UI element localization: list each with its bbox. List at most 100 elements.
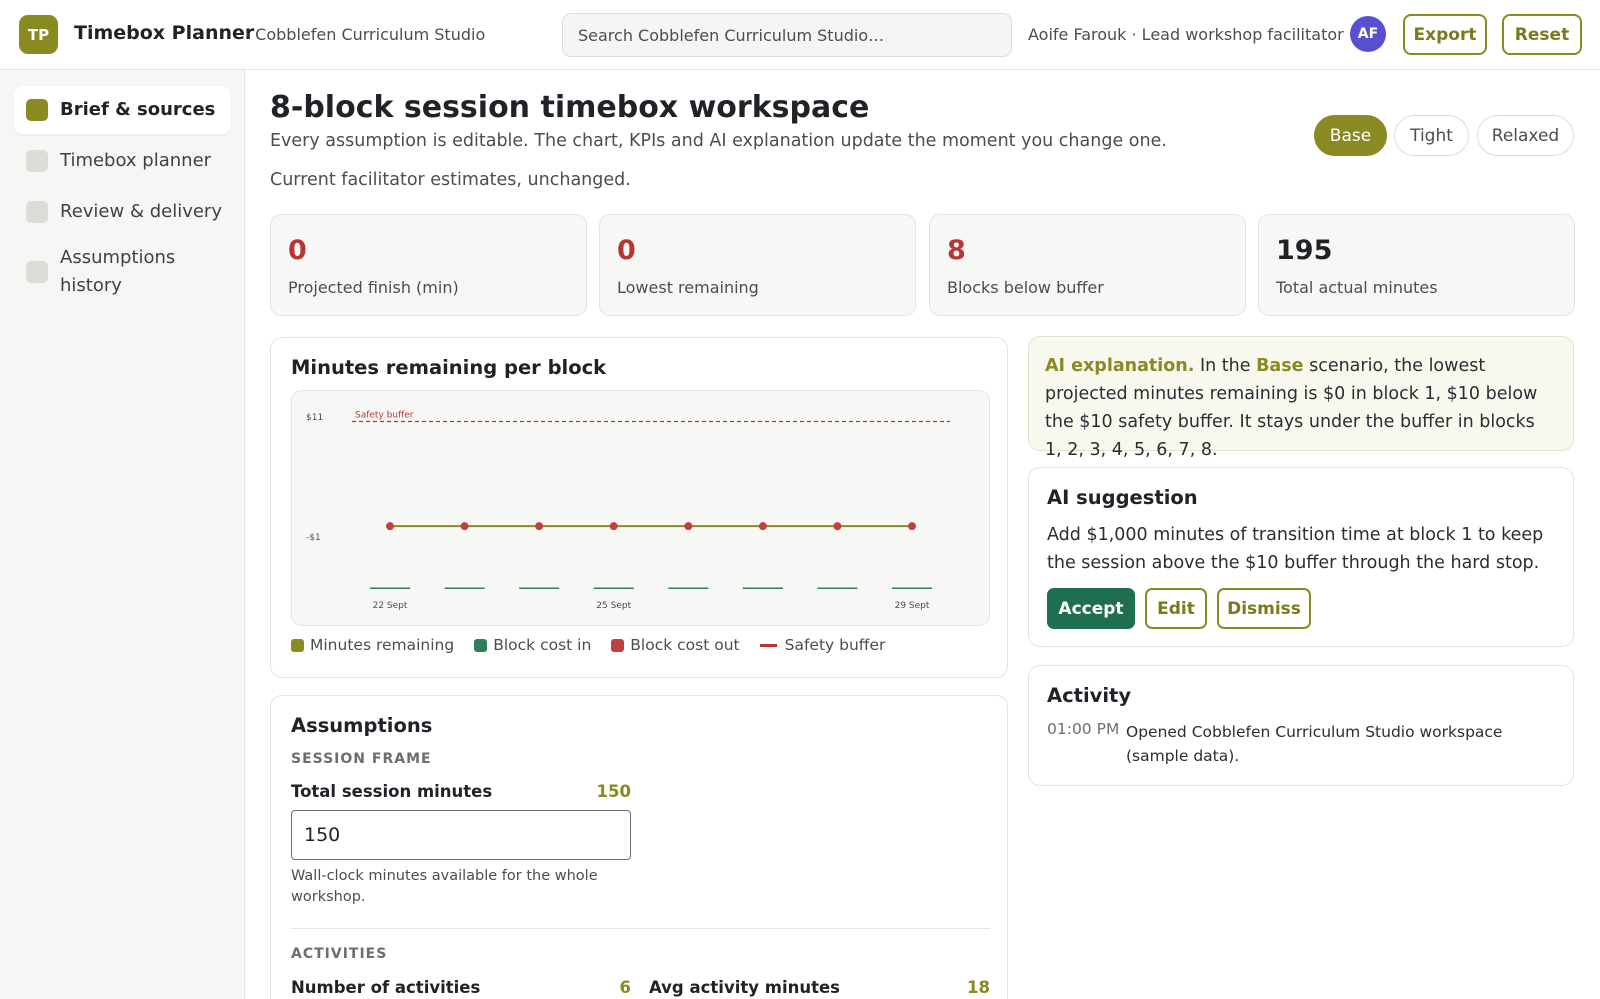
sidebar-item-review[interactable]: Review & delivery: [14, 188, 231, 236]
legend-swatch-icon: [611, 638, 625, 652]
sidebar-item-label: Timebox planner: [60, 150, 212, 171]
scenario-base-button[interactable]: Base: [1314, 115, 1387, 156]
sidebar-item-history[interactable]: Assumptions history: [14, 240, 231, 304]
user-name: Aoife Farouk · Lead workshop facilitator: [1028, 25, 1344, 44]
ai-explanation-scenario: Base: [1256, 356, 1304, 376]
kpi-value: 8: [947, 235, 966, 266]
data-point: [609, 522, 618, 531]
data-point: [833, 522, 842, 531]
total-minutes-label: Total session minutes: [291, 782, 493, 801]
safety-buffer-label: Safety buffer: [355, 410, 414, 420]
checkbox-icon: [26, 150, 48, 172]
activity-text: Opened Cobblefen Curriculum Studio works…: [1126, 723, 1503, 765]
org-name: · Cobblefen Curriculum Studio: [245, 25, 486, 44]
bar-cost-in: [742, 587, 783, 589]
sidebar: Brief & sources Timebox planner Review &…: [0, 70, 245, 999]
sidebar-item-label: Review & delivery: [60, 201, 222, 222]
data-point: [535, 522, 544, 531]
checkbox-icon: [26, 201, 48, 223]
legend-label: Safety buffer: [784, 636, 886, 654]
bar-cost-in: [668, 587, 709, 589]
avg-minutes-label: Avg activity minutes: [649, 978, 840, 997]
legend-label: Block cost out: [630, 636, 740, 654]
section-caption: ACTIVITIES: [291, 946, 388, 962]
sidebar-item-label: Brief & sources: [60, 99, 216, 120]
legend-swatch-icon: [291, 638, 304, 652]
search-input[interactable]: [562, 13, 1012, 57]
export-button[interactable]: Export: [1403, 14, 1487, 55]
ai-explanation: AI explanation. In the Base scenario, th…: [1028, 336, 1574, 460]
ai-suggestion-title: AI suggestion: [1047, 486, 1198, 509]
ai-suggestion-card: AI suggestion Add $1,000 minutes of tran…: [1028, 467, 1574, 647]
legend-line-icon: [759, 643, 777, 647]
kpi-projected-finish: 0 Projected finish (min): [270, 214, 587, 316]
kpi-lowest-remaining: 0 Lowest remaining: [599, 214, 916, 316]
page-title: 8-block session timebox workspace: [270, 90, 870, 125]
data-point: [684, 522, 693, 531]
num-activities-label: Number of activities: [291, 978, 481, 997]
accept-button[interactable]: Accept: [1047, 588, 1135, 629]
legend-swatch-icon: [474, 638, 488, 652]
sidebar-item-brief[interactable]: Brief & sources: [14, 86, 231, 134]
total-minutes-help: Wall-clock minutes available for the who…: [291, 868, 598, 905]
divider: [291, 928, 990, 929]
assumptions-card: Assumptions SESSION FRAME Total session …: [270, 695, 1008, 999]
scenario-relaxed-button[interactable]: Relaxed: [1477, 115, 1574, 156]
kpi-total-actual: 195 Total actual minutes: [1258, 214, 1575, 316]
activity-card: Activity 01:00 PM Opened Cobblefen Curri…: [1028, 665, 1574, 786]
app-logo: TP: [19, 15, 58, 54]
x-tick-label: 29 Sept: [895, 601, 930, 611]
legend-label: Block cost in: [493, 636, 592, 654]
chart-frame: $11 -$1 Safety buffer 22 Sept 25 Sept 29 Sept: [291, 390, 990, 626]
bar-cost-in: [519, 587, 560, 589]
total-minutes-input[interactable]: [291, 810, 631, 860]
legend-item[interactable]: Minutes remaining: [291, 636, 454, 654]
activity-title: Activity: [1047, 684, 1132, 707]
bar-cost-in: [444, 587, 485, 589]
edit-button[interactable]: Edit: [1145, 588, 1207, 629]
dismiss-button[interactable]: Dismiss: [1217, 588, 1311, 629]
x-tick-label: 25 Sept: [596, 601, 631, 611]
sidebar-item-label: Assumptions history: [60, 247, 176, 296]
line-chart: $11 -$1 Safety buffer 22 Sept 25 Sept 29 Sept: [306, 410, 950, 611]
num-activities-value: 6: [619, 978, 631, 997]
bar-cost-in: [817, 587, 858, 589]
ai-explanation-lead: AI explanation.: [1045, 356, 1195, 376]
kpi-label: Total actual minutes: [1276, 278, 1438, 297]
kpi-value: 0: [288, 235, 307, 266]
legend-item[interactable]: Safety buffer: [759, 636, 886, 654]
kpi-blocks-below-buffer: 8 Blocks below buffer: [929, 214, 1246, 316]
kpi-label: Projected finish (min): [288, 278, 459, 297]
checkbox-icon: [26, 261, 48, 283]
legend-label: Minutes remaining: [310, 636, 455, 654]
total-minutes-value: 150: [596, 782, 631, 801]
data-point: [386, 522, 394, 531]
chart-legend: Minutes remaining Block cost in Block co…: [291, 636, 905, 654]
y-tick-label: $11: [306, 413, 323, 423]
scenario-tight-button[interactable]: Tight: [1394, 115, 1469, 156]
data-point: [908, 522, 916, 531]
legend-item[interactable]: Block cost in: [474, 636, 591, 654]
sidebar-item-timebox[interactable]: Timebox planner: [14, 137, 231, 185]
section-caption: SESSION FRAME: [291, 751, 432, 767]
chart-title: Minutes remaining per block: [291, 356, 607, 379]
data-point: [460, 522, 469, 531]
avatar[interactable]: AF: [1350, 16, 1386, 52]
top-bar: TP Timebox Planner · Cobblefen Curriculu…: [0, 0, 1600, 70]
page-subtitle: Every assumption is editable. The chart,…: [270, 131, 1167, 151]
app-title: Timebox Planner: [74, 22, 255, 44]
activity-time: 01:00 PM: [1047, 720, 1120, 738]
data-point: [758, 522, 767, 531]
kpi-label: Blocks below buffer: [947, 278, 1104, 297]
ai-suggestion-text: Add $1,000 minutes of transition time at…: [1047, 525, 1544, 573]
reset-button[interactable]: Reset: [1502, 14, 1582, 55]
y-tick-label: -$1: [306, 533, 321, 543]
x-tick-label: 22 Sept: [373, 601, 408, 611]
legend-item[interactable]: Block cost out: [611, 636, 740, 654]
kpi-value: 195: [1276, 235, 1333, 266]
scenario-note: Current facilitator estimates, unchanged…: [270, 170, 631, 190]
kpi-label: Lowest remaining: [617, 278, 759, 297]
ai-explanation-text: In the: [1194, 356, 1257, 376]
checkbox-icon: [26, 99, 48, 121]
chart-card: Minutes remaining per block $11 -$1 Safety…: [270, 337, 1008, 678]
